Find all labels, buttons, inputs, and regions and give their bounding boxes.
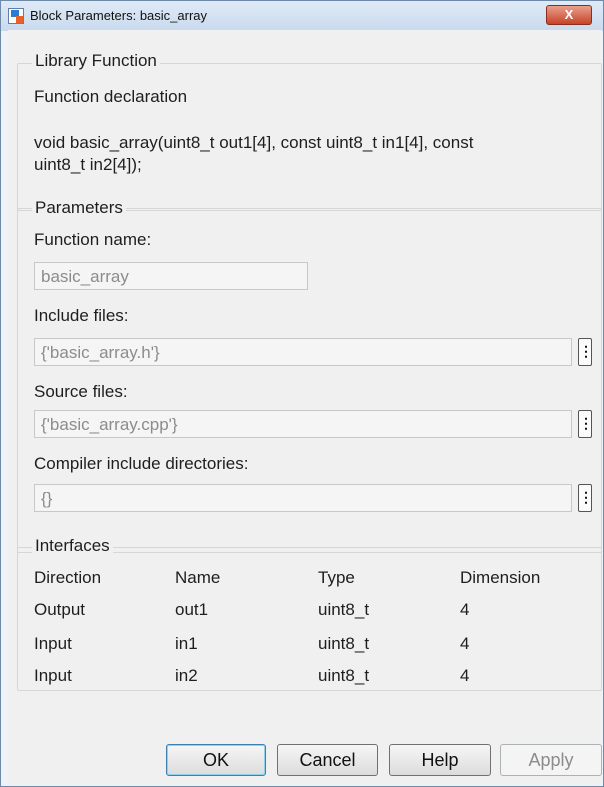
source-files-field[interactable]: {'basic_array.cpp'} xyxy=(34,410,572,438)
source-files-more-button[interactable]: ⋮ xyxy=(578,410,593,438)
column-header-name: Name xyxy=(175,568,221,587)
table-cell-name: in1 xyxy=(175,634,198,653)
help-button[interactable]: Help xyxy=(389,744,491,776)
function-name-label: Function name: xyxy=(34,230,152,249)
close-button[interactable]: X xyxy=(546,5,592,25)
table-cell-direction: Output xyxy=(34,600,86,619)
column-header-direction: Direction xyxy=(34,568,102,587)
declaration-line-2: uint8_t in2[4]); xyxy=(34,155,142,174)
ok-button[interactable]: OK xyxy=(166,744,266,776)
table-cell-dimension: 4 xyxy=(460,634,470,653)
parameters-legend: Parameters xyxy=(32,198,126,218)
compiler-include-directories-label: Compiler include directories: xyxy=(34,454,249,473)
function-declaration-label: Function declaration xyxy=(34,87,188,106)
table-cell-direction: Input xyxy=(34,634,72,653)
function-name-field[interactable]: basic_array xyxy=(34,262,308,290)
include-files-label: Include files: xyxy=(34,306,129,325)
include-files-field[interactable]: {'basic_array.h'} xyxy=(34,338,572,366)
table-cell-type: uint8_t xyxy=(318,666,370,685)
source-files-label: Source files: xyxy=(34,382,128,401)
column-header-dimension: Dimension xyxy=(460,568,541,587)
table-cell-dimension: 4 xyxy=(460,600,470,619)
declaration-line-1: void basic_array(uint8_t out1[4], const … xyxy=(34,133,474,152)
function-declaration-text: void basic_array(uint8_t out1[4], const … xyxy=(34,132,594,176)
window-title: Block Parameters: basic_array xyxy=(30,8,208,23)
table-cell-type: uint8_t xyxy=(318,634,370,653)
title-bar[interactable]: Block Parameters: basic_array X xyxy=(1,1,603,31)
table-cell-dimension: 4 xyxy=(460,666,470,685)
compiler-include-directories-more-button[interactable]: ⋮ xyxy=(578,484,593,512)
table-cell-type: uint8_t xyxy=(318,600,370,619)
library-function-legend: Library Function xyxy=(32,51,160,71)
table-cell-name: out1 xyxy=(175,600,209,619)
apply-button: Apply xyxy=(500,744,602,776)
include-files-more-button[interactable]: ⋮ xyxy=(578,338,593,366)
dialog-client-area: Library Function Function declaration vo… xyxy=(8,30,602,785)
table-cell-name: in2 xyxy=(175,666,198,685)
interfaces-legend: Interfaces xyxy=(32,536,113,556)
compiler-include-directories-field[interactable]: {} xyxy=(34,484,572,512)
column-header-type: Type xyxy=(318,568,355,587)
cancel-button[interactable]: Cancel xyxy=(277,744,378,776)
simulink-block-icon xyxy=(8,8,24,24)
table-cell-direction: Input xyxy=(34,666,72,685)
